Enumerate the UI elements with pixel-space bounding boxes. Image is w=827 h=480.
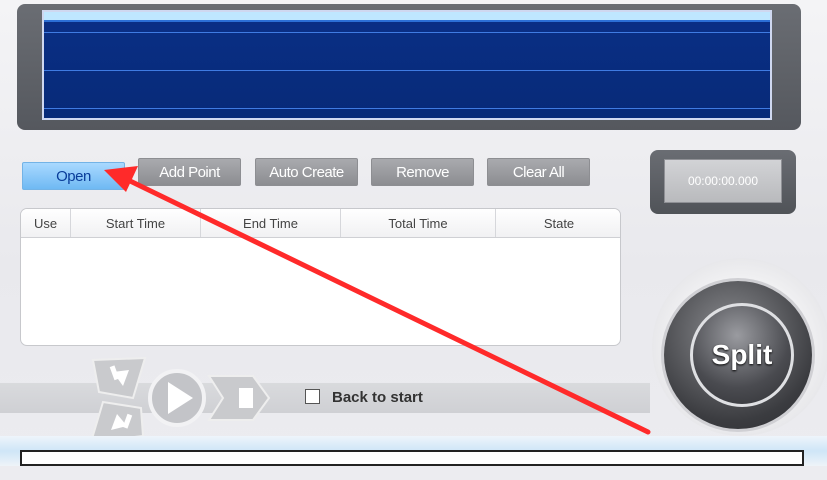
column-header-use[interactable]: Use [21, 209, 71, 237]
play-icon[interactable] [148, 369, 206, 427]
waveform-gridline [44, 70, 770, 71]
time-display: 00:00:00.000 [664, 159, 782, 203]
add-point-button[interactable]: Add Point [138, 158, 241, 186]
split-button[interactable]: Split [690, 303, 794, 407]
auto-create-button[interactable]: Auto Create [255, 158, 358, 186]
column-header-end-time[interactable]: End Time [201, 209, 341, 237]
waveform-gridline [44, 32, 770, 33]
waveform-gridline [44, 108, 770, 109]
column-header-total-time[interactable]: Total Time [341, 209, 496, 237]
back-to-start-label: Back to start [332, 389, 423, 406]
column-header-start-time[interactable]: Start Time [71, 209, 201, 237]
clear-all-button[interactable]: Clear All [487, 158, 590, 186]
previous-point-icon[interactable] [91, 356, 147, 400]
back-to-start-checkbox[interactable] [305, 389, 320, 404]
waveform-timeline-strip [44, 12, 770, 22]
waveform-display[interactable] [42, 10, 772, 120]
stop-icon[interactable] [207, 375, 271, 421]
remove-button[interactable]: Remove [371, 158, 474, 186]
column-header-state[interactable]: State [496, 209, 620, 237]
progress-bar [20, 450, 804, 466]
segment-table[interactable]: Use Start Time End Time Total Time State [20, 208, 621, 346]
table-header: Use Start Time End Time Total Time State [21, 209, 620, 238]
split-button-label: Split [711, 339, 773, 370]
open-button[interactable]: Open [22, 162, 125, 190]
player-controls [89, 356, 271, 444]
